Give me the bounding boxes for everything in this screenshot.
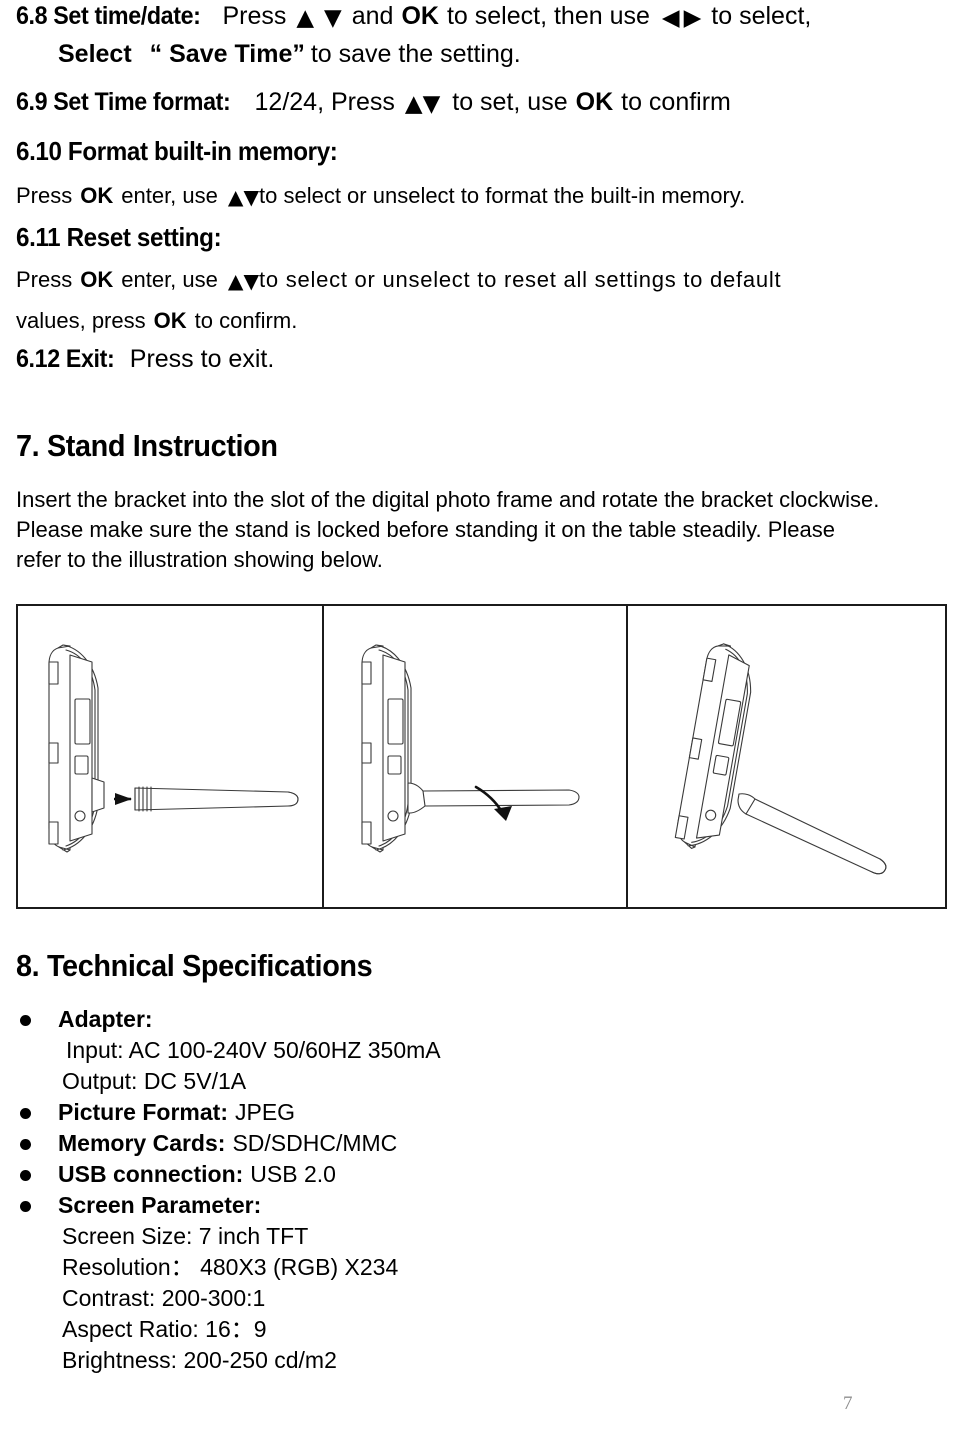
arrow-up-down-icon: ▲▼ (227, 185, 260, 209)
key-ok-label: OK (153, 308, 187, 333)
item-6-12-heading: 6.12 Exit: (16, 345, 115, 373)
item-6-8-save-tail: to save the setting. (310, 40, 521, 68)
key-ok-label: OK (80, 183, 114, 208)
section-8-heading: 8. Technical Specifications (16, 948, 373, 983)
bullet-icon (20, 1139, 31, 1150)
item-6-8-save-time-quoted: “ Save Time” (149, 40, 305, 68)
item-6-11-body-line-2: values, press OK to confirm. (16, 308, 297, 334)
spec-value: JPEG (234, 1099, 296, 1125)
spec-label: Adapter: (58, 1006, 153, 1032)
item-6-8-and-label: and (351, 2, 394, 30)
bullet-icon (20, 1015, 31, 1026)
key-ok-label: OK (575, 88, 614, 116)
insert-bracket-drawing (48, 644, 299, 853)
item-6-11-heading-row: 6.11 Reset setting: (16, 222, 237, 253)
item-6-8-line-1: 6.8 Set time/date: Press ▲ ▼ and OK to select,… (16, 2, 811, 31)
bullet-icon (20, 1108, 31, 1119)
manual-page: 6.8 Set time/date: Press ▲ ▼ and OK to select,… (0, 0, 960, 1439)
bullet-icon (20, 1201, 31, 1212)
spec-item-screen-parameter: Screen Parameter: (0, 1190, 700, 1221)
item-6-10-body: Press OK enter, use ▲▼to select or unselect… (16, 183, 745, 209)
section-8-heading-row: 8. Technical Specifications (16, 948, 399, 984)
item-6-8-line-2: Select “ Save Time” to save the setting. (58, 40, 521, 69)
key-ok-label: OK (80, 267, 114, 292)
arrow-up-down-icon: ▲▼ (227, 269, 260, 293)
rotate-direction-arrowhead-icon (494, 806, 512, 821)
key-ok-label: OK (401, 2, 439, 30)
item-6-11-part-1: Press (16, 267, 73, 292)
spec-value: USB 2.0 (250, 1161, 336, 1187)
arrow-left-icon: ◀ (661, 5, 680, 31)
spec-subline-contrast: Contrast: 200-300:1 (62, 1285, 266, 1311)
spec-subline-brightness: Brightness: 200-250 cd/m2 (62, 1347, 337, 1373)
spec-label: Memory Cards: (58, 1130, 226, 1156)
spec-subline-adapter-output: Output: DC 5V/1A (62, 1068, 247, 1094)
item-6-11-part-3: to select or unselect to reset all setti… (259, 267, 782, 292)
section-7-heading: 7. Stand Instruction (16, 428, 278, 463)
item-6-10-heading: 6.10 Format built-in memory: (16, 136, 338, 166)
item-6-8-heading: 6.8 Set time/date: (16, 2, 201, 30)
spec-subline-resolution: Resolution： 480X3 (RGB) X234 (62, 1254, 399, 1280)
item-6-10-part-3: to select or unselect to format the buil… (259, 183, 746, 208)
item-6-10-heading-row: 6.10 Format built-in memory: (16, 136, 362, 167)
item-6-8-tail-label: to select, (711, 2, 812, 30)
spec-item-picture-format: Picture Format: JPEG (0, 1097, 700, 1128)
arrow-right-icon: ▶ (683, 5, 702, 31)
item-6-9-part-3: to confirm (621, 88, 731, 116)
spec-label: USB connection: (58, 1161, 244, 1187)
spec-label: Picture Format: (58, 1099, 228, 1125)
item-6-8-select-label: to select, then use (446, 2, 650, 30)
item-6-10-part-2: enter, use (121, 183, 218, 208)
spec-item-usb-connection: USB connection: USB 2.0 (0, 1159, 700, 1190)
item-6-9-part-2: to set, use (452, 88, 568, 116)
item-6-11-line-2-part-2: to confirm. (194, 308, 298, 333)
figure-frame-standing (628, 606, 945, 907)
spec-subline-aspect-ratio: Aspect Ratio: 16：9 (62, 1316, 267, 1342)
item-6-11-part-2: enter, use (121, 267, 218, 292)
spec-subline-screen-size: Screen Size: 7 inch TFT (62, 1223, 309, 1249)
spec-subline-adapter-input: Input: AC 100-240V 50/60HZ 350mA (66, 1037, 441, 1063)
spec-item-adapter: Adapter: (0, 1004, 700, 1035)
arrow-up-down-icon: ▲▼ (404, 91, 441, 117)
item-6-9-line: 6.9 Set Time format: 12/24, Press ▲▼ to set… (16, 88, 731, 117)
figure-rotate-bracket (324, 606, 628, 907)
arrow-up-icon: ▲ (296, 5, 315, 31)
item-6-12-line: 6.12 Exit: Press to exit. (16, 345, 274, 374)
item-6-10-part-1: Press (16, 183, 73, 208)
technical-specifications-list: Adapter: Input: AC 100-240V 50/60HZ 350m… (0, 1004, 700, 1376)
section-7-paragraph: Insert the bracket into the slot of the … (16, 487, 880, 572)
page-number: 7 (843, 1393, 853, 1414)
item-6-8-select-word: Select (58, 40, 132, 68)
bullet-icon (20, 1170, 31, 1181)
spec-item-memory-cards: Memory Cards: SD/SDHC/MMC (0, 1128, 700, 1159)
arrow-down-icon: ▼ (324, 5, 342, 31)
item-6-12-text: Press to exit. (129, 345, 275, 373)
item-6-8-press-label: Press (222, 2, 287, 30)
item-6-11-heading: 6.11 Reset setting: (16, 222, 222, 252)
stand-instruction-figure-table (16, 604, 947, 909)
rotate-bracket-drawing (361, 644, 580, 853)
frame-standing-drawing (674, 643, 887, 875)
section-7-heading-row: 7. Stand Instruction (16, 428, 297, 464)
figure-insert-bracket (18, 606, 324, 907)
item-6-9-part-1: 12/24, Press (254, 88, 395, 116)
item-6-11-line-2-part-1: values, press (16, 308, 146, 333)
item-6-11-body-line-1: Press OK enter, use ▲▼to select or unselect… (16, 267, 878, 293)
spec-value: SD/SDHC/MMC (232, 1130, 398, 1156)
spec-label: Screen Parameter: (58, 1192, 262, 1218)
item-6-9-heading: 6.9 Set Time format: (16, 88, 231, 116)
